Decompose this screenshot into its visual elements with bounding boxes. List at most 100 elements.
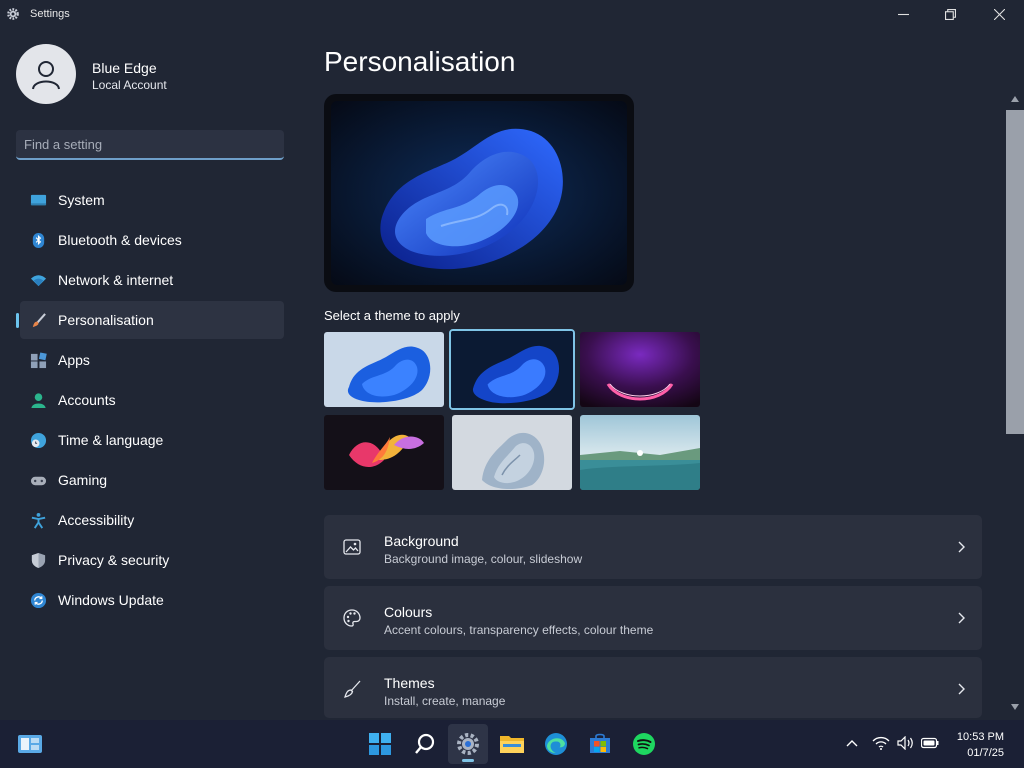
title-bar: Settings: [0, 0, 1024, 28]
sidebar-nav: System Bluetooth & devices Network & int…: [16, 181, 284, 621]
sidebar-item-label: Accounts: [58, 392, 116, 408]
sidebar-item-label: Time & language: [58, 432, 164, 448]
bloom-wallpaper-image: [331, 101, 627, 285]
flow-lake-image: [580, 415, 700, 490]
sidebar-item-label: Accessibility: [58, 512, 135, 528]
sidebar-item-label: Windows Update: [58, 592, 164, 608]
sidebar-item-bluetooth[interactable]: Bluetooth & devices: [20, 221, 284, 259]
dark-bloom-image: [451, 331, 573, 408]
theme-thumbnail-light-bloom[interactable]: [324, 332, 444, 407]
restore-button[interactable]: [927, 0, 973, 28]
sidebar-item-label: System: [58, 192, 105, 208]
glow-image: [580, 332, 700, 407]
sidebar-item-personalisation[interactable]: Personalisation: [16, 301, 284, 339]
sidebar-item-windows-update[interactable]: Windows Update: [20, 581, 284, 619]
close-button[interactable]: [976, 0, 1022, 28]
settings-app-button[interactable]: [448, 724, 488, 764]
user-avatar-icon: [32, 61, 60, 90]
scroll-up-arrow-icon[interactable]: [1011, 96, 1019, 102]
avatar[interactable]: [16, 44, 76, 104]
apps-icon: [29, 351, 47, 369]
scroll-thumb[interactable]: [1006, 110, 1024, 434]
sidebar-item-label: Personalisation: [58, 312, 154, 328]
taskbar: 10:53 PM 01/7/25: [0, 720, 1024, 768]
monitor-icon: [29, 191, 47, 209]
battery-icon[interactable]: [921, 734, 939, 752]
sidebar-item-gaming[interactable]: Gaming: [20, 461, 284, 499]
close-icon: [993, 8, 1005, 20]
spotify-icon: [633, 733, 655, 755]
sidebar-item-label: Bluetooth & devices: [58, 232, 182, 248]
spotify-button[interactable]: [624, 724, 664, 764]
settings-gear-icon: [7, 8, 19, 20]
scroll-down-arrow-icon[interactable]: [1011, 704, 1019, 710]
update-icon: [29, 591, 47, 609]
sidebar-item-time-language[interactable]: Time & language: [20, 421, 284, 459]
globe-clock-icon: [29, 431, 47, 449]
sidebar-item-network[interactable]: Network & internet: [20, 261, 284, 299]
search-box[interactable]: [16, 130, 284, 160]
show-hidden-icons-chevron-up-icon[interactable]: [846, 734, 858, 752]
minimize-icon: [897, 13, 909, 15]
edge-button[interactable]: [536, 724, 576, 764]
theme-thumbnail-sunrise-bloom[interactable]: [452, 415, 572, 490]
sidebar-item-accessibility[interactable]: Accessibility: [20, 501, 284, 539]
person-icon: [29, 391, 47, 409]
brush-icon: [344, 680, 361, 698]
clock-date: 01/7/25: [967, 747, 1004, 759]
start-button[interactable]: [360, 724, 400, 764]
chevron-right-icon: [958, 541, 965, 553]
scrollbar[interactable]: [1006, 92, 1024, 718]
volume-icon[interactable]: [897, 734, 915, 752]
sidebar-item-system[interactable]: System: [20, 181, 284, 219]
chevron-right-icon: [958, 612, 965, 624]
clock-time: 10:53 PM: [956, 731, 1004, 743]
shield-icon: [29, 551, 47, 569]
sidebar-item-label: Network & internet: [58, 272, 174, 288]
widgets-button[interactable]: [10, 724, 50, 764]
theme-thumbnail-flow-lake[interactable]: [580, 415, 700, 490]
store-button[interactable]: [580, 724, 620, 764]
select-theme-label: Select a theme to apply: [324, 308, 460, 323]
wifi-status-icon[interactable]: [872, 734, 890, 752]
file-explorer-icon: [500, 736, 524, 753]
taskbar-search-button[interactable]: [405, 724, 445, 764]
wifi-icon: [29, 271, 47, 289]
sidebar-item-label: Gaming: [58, 472, 108, 488]
window-title: Settings: [30, 8, 70, 20]
store-icon: [590, 733, 610, 753]
bluetooth-icon: [29, 231, 47, 249]
user-name: Blue Edge: [92, 60, 157, 76]
search-input[interactable]: [16, 130, 284, 158]
page-title: Personalisation: [324, 46, 516, 77]
file-explorer-button[interactable]: [492, 724, 532, 764]
light-bloom-image: [324, 332, 444, 407]
sidebar-item-label: Apps: [58, 352, 90, 368]
theme-preview: [324, 94, 634, 292]
card-subtitle: Accent colours, transparency effects, co…: [384, 623, 654, 637]
edge-icon: [545, 733, 567, 755]
captured-motion-image: [324, 415, 444, 490]
sidebar-item-label: Privacy & security: [58, 552, 170, 568]
card-title: Themes: [384, 675, 435, 691]
sidebar-item-privacy[interactable]: Privacy & security: [20, 541, 284, 579]
gamepad-icon: [29, 471, 47, 489]
card-title: Colours: [384, 604, 433, 620]
start-icon: [369, 733, 391, 755]
accessibility-icon: [29, 511, 47, 529]
minimize-button[interactable]: [880, 0, 926, 28]
card-subtitle: Background image, colour, slideshow: [384, 552, 583, 566]
restore-icon: [944, 8, 956, 20]
colours-card[interactable]: Colours Accent colours, transparency eff…: [324, 586, 982, 650]
themes-card[interactable]: Themes Install, create, manage: [324, 657, 982, 718]
theme-thumbnail-dark-bloom[interactable]: [449, 329, 575, 410]
palette-icon: [343, 609, 361, 627]
account-type: Local Account: [92, 78, 167, 92]
sidebar-item-apps[interactable]: Apps: [20, 341, 284, 379]
background-card[interactable]: Background Background image, colour, sli…: [324, 515, 982, 579]
theme-thumbnail-captured-motion[interactable]: [324, 415, 444, 490]
theme-thumbnail-glow[interactable]: [580, 332, 700, 407]
sidebar-item-accounts[interactable]: Accounts: [20, 381, 284, 419]
widgets-icon: [18, 735, 42, 753]
system-clock[interactable]: 10:53 PM 01/7/25: [957, 729, 1004, 761]
